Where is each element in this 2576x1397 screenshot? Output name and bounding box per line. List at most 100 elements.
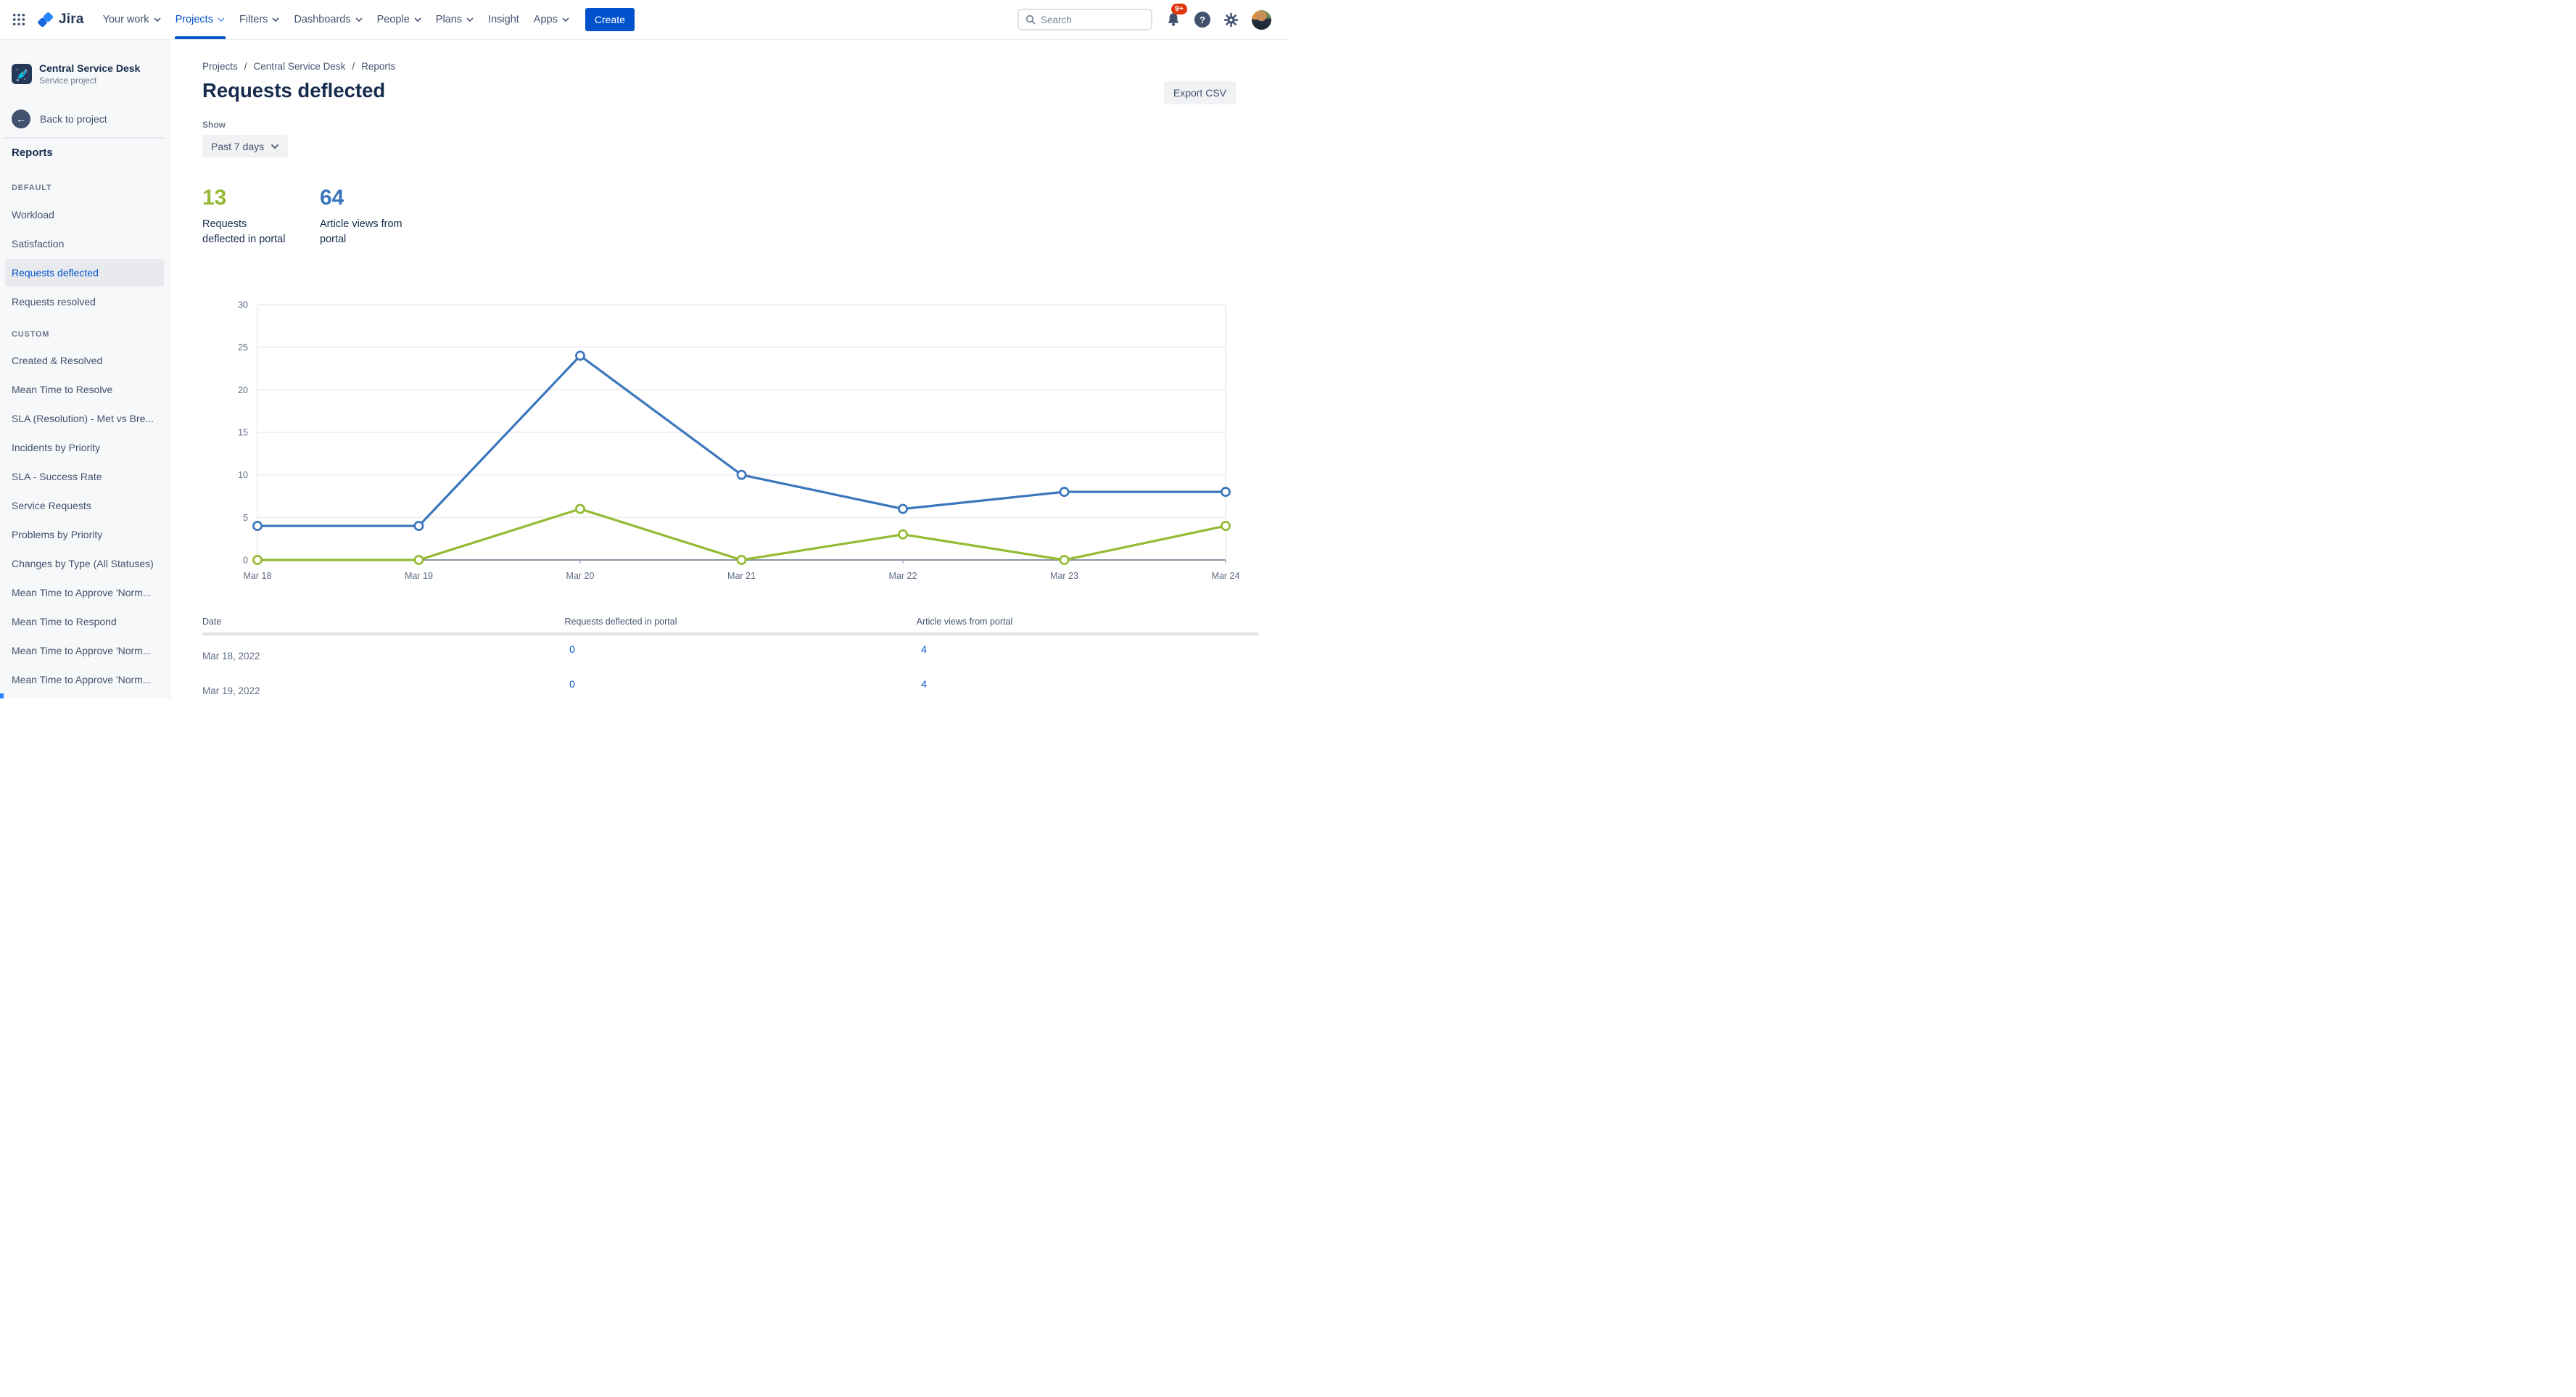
date-range-value: Past 7 days (211, 140, 265, 152)
project-header[interactable]: Central Service Desk Service project (12, 62, 163, 86)
chevron-down-icon (271, 144, 279, 149)
notifications-button[interactable]: 9+ (1165, 4, 1187, 28)
settings-gear-icon[interactable] (1223, 12, 1239, 28)
stat-value-article-views: 64 (320, 186, 344, 210)
cell-article-views-link[interactable]: 4 (921, 678, 927, 690)
search-input-box[interactable] (1017, 9, 1152, 30)
svg-text:Mar 23: Mar 23 (1050, 571, 1078, 581)
svg-text:30: 30 (238, 300, 248, 310)
table-header-row: Date Requests deflected in portal Articl… (202, 614, 1258, 632)
nav-item-insight[interactable]: Insight (481, 0, 527, 39)
stat-label-article-views: Article views from portal (320, 218, 402, 245)
cell-requests-deflected-link[interactable]: 0 (569, 643, 575, 655)
sidebar-item-requests-resolved[interactable]: Requests resolved (0, 287, 169, 316)
project-name: Central Service Desk (39, 62, 141, 74)
create-button[interactable]: Create (585, 8, 635, 31)
sidebar-item-changes-by-type-all-statuses[interactable]: Changes by Type (All Statuses) (0, 549, 169, 578)
sidebar-item-mean-time-to-respond[interactable]: Mean Time to Respond (0, 607, 169, 636)
nav-item-label: Projects (175, 14, 213, 25)
breadcrumb-projects[interactable]: Projects (202, 61, 238, 72)
top-navigation-bar: Jira Your work Projects Filters Dashboards P… (0, 0, 1288, 40)
chevron-down-icon (272, 17, 279, 22)
primary-nav-items: Your work Projects Filters Dashboards People… (96, 0, 577, 39)
svg-text:15: 15 (238, 428, 248, 438)
sidebar-item-mean-time-to-resolve[interactable]: Mean Time to Resolve (0, 375, 169, 404)
nav-item-your-work[interactable]: Your work (96, 0, 168, 39)
sidebar-item-sla-success-rate[interactable]: SLA - Success Rate (0, 462, 169, 491)
page-title: Requests deflected (202, 79, 386, 102)
cell-date: Mar 18, 2022 (202, 651, 260, 662)
report-data-table: Date Requests deflected in portal Articl… (202, 614, 1258, 698)
search-input[interactable] (1041, 14, 1144, 25)
export-csv-button[interactable]: Export CSV (1163, 81, 1236, 104)
sidebar-item-satisfaction[interactable]: Satisfaction (0, 229, 169, 258)
sidebar-item-requests-deflected[interactable]: Requests deflected (5, 259, 164, 287)
jira-wordmark: Jira (59, 12, 84, 27)
sidebar-item-mean-time-to-approve-norm[interactable]: Mean Time to Approve 'Norm... (0, 578, 169, 607)
notification-count-badge: 9+ (1171, 4, 1187, 15)
main-content: Projects / Central Service Desk / Report… (170, 40, 1288, 698)
nav-item-filters[interactable]: Filters (232, 0, 286, 39)
date-range-dropdown[interactable]: Past 7 days (202, 135, 289, 157)
sidebar-section-custom: CUSTOM (12, 330, 50, 339)
chevron-down-icon (355, 17, 363, 22)
svg-text:0: 0 (243, 556, 248, 566)
nav-item-label: Insight (488, 14, 519, 25)
svg-text:Mar 19: Mar 19 (405, 571, 433, 581)
svg-text:20: 20 (238, 385, 248, 395)
table-row: Mar 19, 2022 0 4 (202, 670, 1258, 698)
question-mark-icon: ? (1200, 14, 1205, 25)
nav-item-people[interactable]: People (370, 0, 429, 39)
svg-text:Mar 24: Mar 24 (1212, 571, 1240, 581)
nav-item-plans[interactable]: Plans (429, 0, 481, 39)
nav-item-projects[interactable]: Projects (168, 0, 232, 39)
back-to-project-label: Back to project (40, 113, 107, 125)
breadcrumb-separator: / (244, 61, 247, 72)
breadcrumb: Projects / Central Service Desk / Report… (202, 61, 395, 72)
sidebar-item-workload[interactable]: Workload (0, 200, 169, 229)
column-header-requests-deflected: Requests deflected in portal (564, 617, 677, 627)
nav-item-label: Your work (102, 14, 149, 25)
sidebar-divider (4, 137, 165, 139)
sidebar-item-problems-by-priority[interactable]: Problems by Priority (0, 520, 169, 549)
help-button[interactable]: ? (1194, 12, 1210, 28)
svg-text:25: 25 (238, 342, 248, 353)
sidebar-item-sla-resolution-met-vs-bre[interactable]: SLA (Resolution) - Met vs Bre... (0, 404, 169, 433)
nav-item-apps[interactable]: Apps (527, 0, 577, 39)
nav-item-label: People (376, 14, 410, 25)
cell-article-views-link[interactable]: 4 (921, 643, 927, 655)
table-row: Mar 18, 2022 0 4 (202, 635, 1258, 670)
chevron-down-icon (218, 17, 225, 22)
svg-text:Mar 18: Mar 18 (244, 571, 272, 581)
sidebar-item-mean-time-to-approve-norm[interactable]: Mean Time to Approve 'Norm... (0, 665, 169, 694)
breadcrumb-reports[interactable]: Reports (361, 61, 395, 72)
cell-requests-deflected-link[interactable]: 0 (569, 678, 575, 690)
chevron-down-icon (562, 17, 569, 22)
sidebar-item-incidents-by-priority[interactable]: Incidents by Priority (0, 433, 169, 462)
svg-text:Mar 20: Mar 20 (566, 571, 595, 581)
project-avatar-rocket-icon (12, 64, 32, 84)
column-header-article-views: Article views from portal (916, 617, 1013, 627)
show-filter-label: Show (202, 120, 226, 130)
sidebar-item-service-requests[interactable]: Service Requests (0, 491, 169, 520)
sidebar-item-mean-time-to-approve-norm[interactable]: Mean Time to Approve 'Norm... (0, 636, 169, 665)
chevron-down-icon (414, 17, 421, 22)
jira-logo[interactable]: Jira (36, 11, 84, 29)
breadcrumb-project-name[interactable]: Central Service Desk (254, 61, 346, 72)
sidebar-reports-heading: Reports (12, 147, 53, 159)
stat-requests-deflected: 13 Requests deflected in portal (202, 186, 285, 247)
back-to-project-button[interactable]: ← Back to project (12, 110, 107, 128)
sidebar: Central Service Desk Service project ← B… (0, 40, 170, 698)
nav-item-label: Filters (239, 14, 268, 25)
stat-label-deflected: Requests deflected in portal (202, 218, 286, 245)
sidebar-section-default: DEFAULT (12, 184, 52, 192)
nav-item-dashboards[interactable]: Dashboards (286, 0, 369, 39)
partial-element-fragment (0, 693, 4, 698)
search-icon (1025, 15, 1036, 25)
breadcrumb-separator: / (352, 61, 355, 72)
sidebar-item-created-resolved[interactable]: Created & Resolved (0, 346, 169, 375)
back-arrow-icon: ← (12, 110, 30, 128)
user-avatar[interactable] (1252, 9, 1271, 30)
svg-text:Mar 21: Mar 21 (727, 571, 756, 581)
app-switcher-icon[interactable] (12, 12, 26, 27)
